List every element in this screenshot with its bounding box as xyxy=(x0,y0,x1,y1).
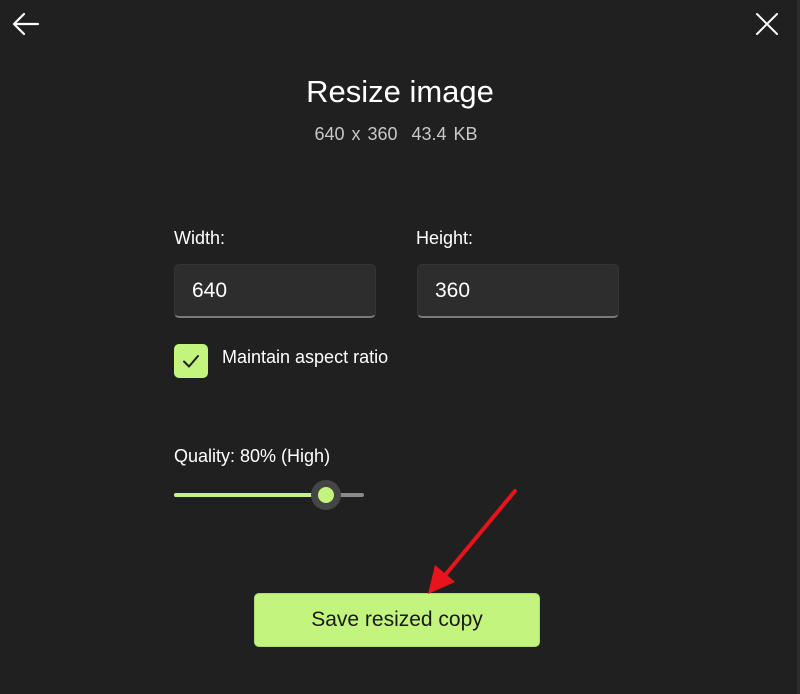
file-size: 43.4 KB xyxy=(411,124,478,144)
image-dimensions: 640 x 360 xyxy=(314,124,398,144)
image-info: 640 x 360 43.4 KB xyxy=(0,124,792,145)
slider-thumb-dot xyxy=(318,487,334,503)
close-button[interactable] xyxy=(747,4,787,44)
height-input[interactable]: 360 xyxy=(417,264,619,318)
aspect-ratio-checkbox[interactable] xyxy=(174,344,208,378)
save-resized-copy-button[interactable]: Save resized copy xyxy=(254,593,540,647)
dialog-title: Resize image xyxy=(306,74,494,109)
back-button[interactable] xyxy=(6,4,46,44)
slider-thumb[interactable] xyxy=(311,480,341,510)
arrow-left-icon xyxy=(12,12,40,36)
width-value: 640 xyxy=(192,278,228,302)
quality-label: Quality: 80% (High) xyxy=(174,446,331,466)
height-label: Height: xyxy=(416,228,474,248)
width-label: Width: xyxy=(174,228,226,248)
height-value: 360 xyxy=(435,278,471,302)
close-icon xyxy=(756,13,778,35)
slider-fill xyxy=(174,493,326,497)
aspect-ratio-label: Maintain aspect ratio xyxy=(222,347,389,367)
checkmark-icon xyxy=(183,355,199,368)
quality-slider[interactable] xyxy=(174,480,364,510)
width-input[interactable]: 640 xyxy=(174,264,376,318)
